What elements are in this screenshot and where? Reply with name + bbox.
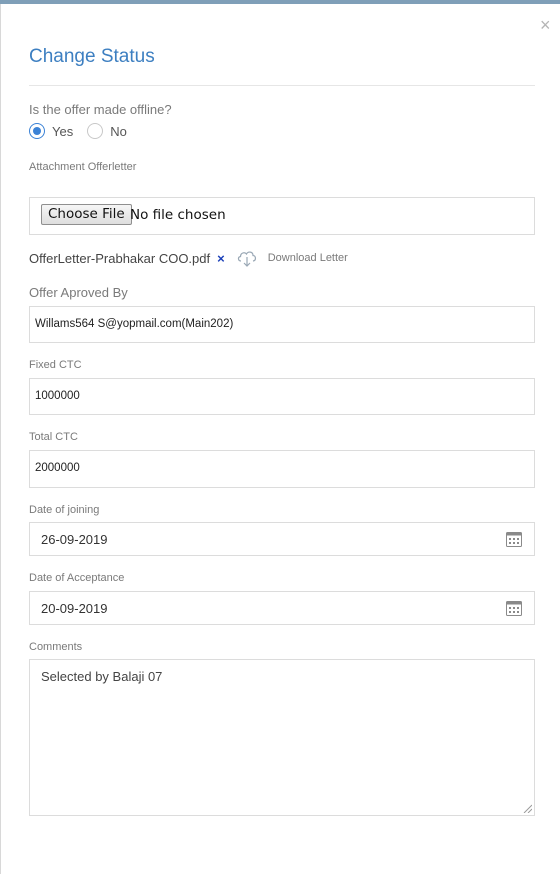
date-acceptance-label: Date of Acceptance [29, 572, 125, 584]
dialog-edge [0, 4, 1, 874]
comments-label: Comments [29, 641, 83, 653]
date-acceptance-value: 20-09-2019 [41, 601, 108, 616]
file-status: No file chosen [130, 207, 226, 223]
remove-file-icon[interactable]: × [217, 251, 225, 266]
offline-question-label: Is the offer made offline? [29, 102, 172, 117]
radio-yes-label[interactable]: Yes [52, 124, 73, 139]
radio-yes[interactable] [29, 123, 45, 139]
fixed-ctc-field[interactable]: 1000000 [29, 378, 535, 415]
total-ctc-field[interactable]: 2000000 [29, 450, 535, 488]
choose-file-button[interactable]: Choose File [41, 204, 132, 225]
calendar-icon[interactable] [506, 600, 522, 616]
approved-by-value: Willams564 S@yopmail.com(Main202) [35, 318, 234, 330]
comments-textarea[interactable]: Selected by Balaji 07 [29, 659, 535, 816]
top-strip [0, 0, 560, 4]
date-joining-field[interactable]: 26-09-2019 [29, 522, 535, 556]
resize-grip-icon[interactable] [522, 803, 532, 813]
cloud-download-icon[interactable] [236, 248, 258, 268]
date-joining-label: Date of joining [29, 504, 100, 516]
date-joining-value: 26-09-2019 [41, 532, 108, 547]
approved-by-field[interactable]: Willams564 S@yopmail.com(Main202) [29, 306, 535, 343]
radio-no-label[interactable]: No [110, 124, 127, 139]
download-letter-link[interactable]: Download Letter [268, 252, 348, 264]
dialog-title: Change Status [29, 46, 155, 67]
total-ctc-label: Total CTC [29, 431, 78, 443]
calendar-icon[interactable] [506, 531, 522, 547]
approved-by-label: Offer Aproved By [29, 285, 128, 300]
fixed-ctc-label: Fixed CTC [29, 359, 82, 371]
attached-file-name: OfferLetter-Prabhakar COO.pdf [29, 250, 211, 266]
close-icon[interactable]: × [540, 16, 551, 34]
date-acceptance-field[interactable]: 20-09-2019 [29, 591, 535, 625]
attachment-label: Attachment Offerletter [29, 161, 137, 173]
title-divider [29, 85, 535, 86]
attached-file-row: OfferLetter-Prabhakar COO.pdf × Download… [29, 248, 348, 268]
comments-value: Selected by Balaji 07 [41, 669, 163, 684]
radio-no[interactable] [87, 123, 104, 139]
total-ctc-value: 2000000 [35, 462, 80, 474]
fixed-ctc-value: 1000000 [35, 390, 80, 402]
offline-radio-group: Yes No [29, 123, 141, 139]
file-input[interactable]: Choose File No file chosen [29, 197, 535, 235]
